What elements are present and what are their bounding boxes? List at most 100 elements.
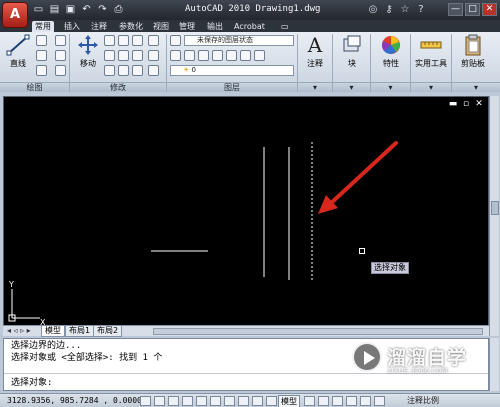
lineweight-toggle-icon[interactable]: [252, 396, 263, 406]
explode-icon[interactable]: [148, 35, 159, 46]
clipboard-button[interactable]: 剪贴板: [453, 34, 493, 69]
window-controls: — □ ✕: [448, 3, 497, 16]
scroll-thumb[interactable]: [491, 201, 499, 215]
annotation-button[interactable]: A 注释: [300, 34, 330, 69]
tab-annotate[interactable]: 注释: [88, 21, 110, 32]
otrack-toggle-icon[interactable]: [210, 396, 221, 406]
save-icon[interactable]: ▣: [64, 3, 77, 16]
vertical-scrollbar[interactable]: [489, 96, 499, 336]
rectangle-icon[interactable]: [55, 35, 66, 46]
arc-icon[interactable]: [36, 65, 47, 76]
polar-toggle-icon[interactable]: [182, 396, 193, 406]
command-history-line: 选择边界的边...: [11, 341, 82, 351]
snap-toggle-icon[interactable]: [140, 396, 151, 406]
layer-off-icon[interactable]: [240, 50, 251, 61]
quick-properties-icon[interactable]: [266, 396, 277, 406]
ducs-toggle-icon[interactable]: [224, 396, 235, 406]
utilities-button[interactable]: 实用工具: [412, 34, 450, 69]
minimize-button[interactable]: —: [448, 3, 463, 16]
rotate-icon[interactable]: [104, 35, 115, 46]
scale-icon[interactable]: [148, 50, 159, 61]
osnap-toggle-icon[interactable]: [196, 396, 207, 406]
star-icon[interactable]: ☆: [399, 3, 411, 16]
layer-match-icon[interactable]: [184, 50, 195, 61]
array-icon[interactable]: [118, 65, 129, 76]
panel-title-draw[interactable]: 绘图: [0, 82, 69, 92]
help-icon[interactable]: ?: [415, 3, 427, 16]
extend-icon[interactable]: [148, 65, 159, 76]
polyline-icon[interactable]: [36, 35, 47, 46]
horizontal-scrollbar[interactable]: [153, 328, 483, 335]
grid-toggle-icon[interactable]: [154, 396, 165, 406]
tab-insert[interactable]: 插入: [61, 21, 83, 32]
tab-acrobat[interactable]: Acrobat: [231, 21, 268, 32]
copy-icon[interactable]: [104, 50, 115, 61]
panel-title-layers[interactable]: 图层: [167, 82, 297, 92]
drawing-quickview-icon[interactable]: [318, 396, 329, 406]
block-button[interactable]: 块: [335, 34, 369, 69]
model-space-button[interactable]: 模型: [278, 395, 300, 407]
plot-icon[interactable]: ⎙: [112, 3, 125, 16]
line-button[interactable]: 直线: [4, 34, 32, 69]
undo-icon[interactable]: ↶: [80, 3, 93, 16]
command-history-line: 选择对象或 <全部选择>: 找到 1 个: [11, 353, 163, 363]
tab-output[interactable]: 输出: [204, 21, 226, 32]
trim-icon[interactable]: [118, 35, 129, 46]
new-icon[interactable]: ▭: [32, 3, 45, 16]
properties-panel-menu[interactable]: ▾: [371, 82, 410, 92]
ribbon-minimize-icon[interactable]: ▭: [278, 21, 292, 32]
command-scrollbar[interactable]: [489, 338, 499, 391]
layer-tools-icon[interactable]: [170, 50, 181, 61]
annotation-scale[interactable]: 注释比例: [407, 395, 439, 407]
properties-button[interactable]: 特性: [373, 34, 409, 69]
command-prompt[interactable]: 选择对象:: [11, 378, 52, 389]
tab-layout2[interactable]: 布局2: [93, 326, 123, 337]
offset-icon[interactable]: [132, 65, 143, 76]
block-icon: [343, 35, 361, 52]
tab-manage[interactable]: 管理: [176, 21, 198, 32]
block-panel-menu[interactable]: ▾: [333, 82, 370, 92]
tab-home[interactable]: 常用: [32, 21, 54, 32]
maximize-button[interactable]: □: [465, 3, 480, 16]
tab-layout1[interactable]: 布局1: [65, 326, 95, 337]
tab-nav-arrows[interactable]: ◂ ◃ ▹ ▸: [4, 326, 40, 337]
mirror-icon[interactable]: [118, 50, 129, 61]
hatch-icon[interactable]: [55, 50, 66, 61]
close-button[interactable]: ✕: [482, 3, 497, 16]
layer-freeze-icon[interactable]: [226, 50, 237, 61]
ortho-toggle-icon[interactable]: [168, 396, 179, 406]
stretch-icon[interactable]: [104, 65, 115, 76]
key-icon[interactable]: ⚷: [383, 3, 395, 16]
current-layer-combo[interactable]: ☀ 0: [170, 65, 294, 76]
zoom-icon[interactable]: [346, 396, 357, 406]
drawing-canvas[interactable]: ▬ ▫ ✕ Y X 选择对象: [3, 96, 489, 336]
tab-view[interactable]: 视图: [150, 21, 172, 32]
layout-quickview-icon[interactable]: [304, 396, 315, 406]
circle-icon[interactable]: [36, 50, 47, 61]
steering-wheel-icon[interactable]: [360, 396, 371, 406]
annotation-panel-menu[interactable]: ▾: [298, 82, 332, 92]
application-menu-button[interactable]: A: [2, 2, 28, 28]
layer-previous-icon[interactable]: [198, 50, 209, 61]
showmotion-icon[interactable]: [374, 396, 385, 406]
pan-icon[interactable]: [332, 396, 343, 406]
region-icon[interactable]: [55, 65, 66, 76]
open-icon[interactable]: ▤: [48, 3, 61, 16]
layer-state-combo[interactable]: 未保存的图层状态: [184, 35, 294, 46]
dyn-toggle-icon[interactable]: [238, 396, 249, 406]
fillet-icon[interactable]: [132, 50, 143, 61]
tab-parametric[interactable]: 参数化: [116, 21, 146, 32]
erase-icon[interactable]: [132, 35, 143, 46]
binoculars-icon[interactable]: ◎: [367, 3, 379, 16]
layer-properties-icon[interactable]: [170, 35, 181, 46]
layer-lock-icon[interactable]: [254, 50, 265, 61]
layer-isolate-icon[interactable]: [212, 50, 223, 61]
clipboard-panel-menu[interactable]: ▾: [452, 82, 500, 92]
utilities-panel-menu[interactable]: ▾: [411, 82, 451, 92]
panel-title-modify[interactable]: 修改: [70, 82, 166, 92]
watermark-url: ZIXUE.3D66.COM: [387, 367, 448, 375]
tab-model[interactable]: 模型: [41, 326, 65, 337]
redo-icon[interactable]: ↷: [96, 3, 109, 16]
move-button[interactable]: 移动: [74, 34, 102, 69]
coordinate-readout: 3128.9356, 985.7284 , 0.0000: [7, 396, 142, 405]
